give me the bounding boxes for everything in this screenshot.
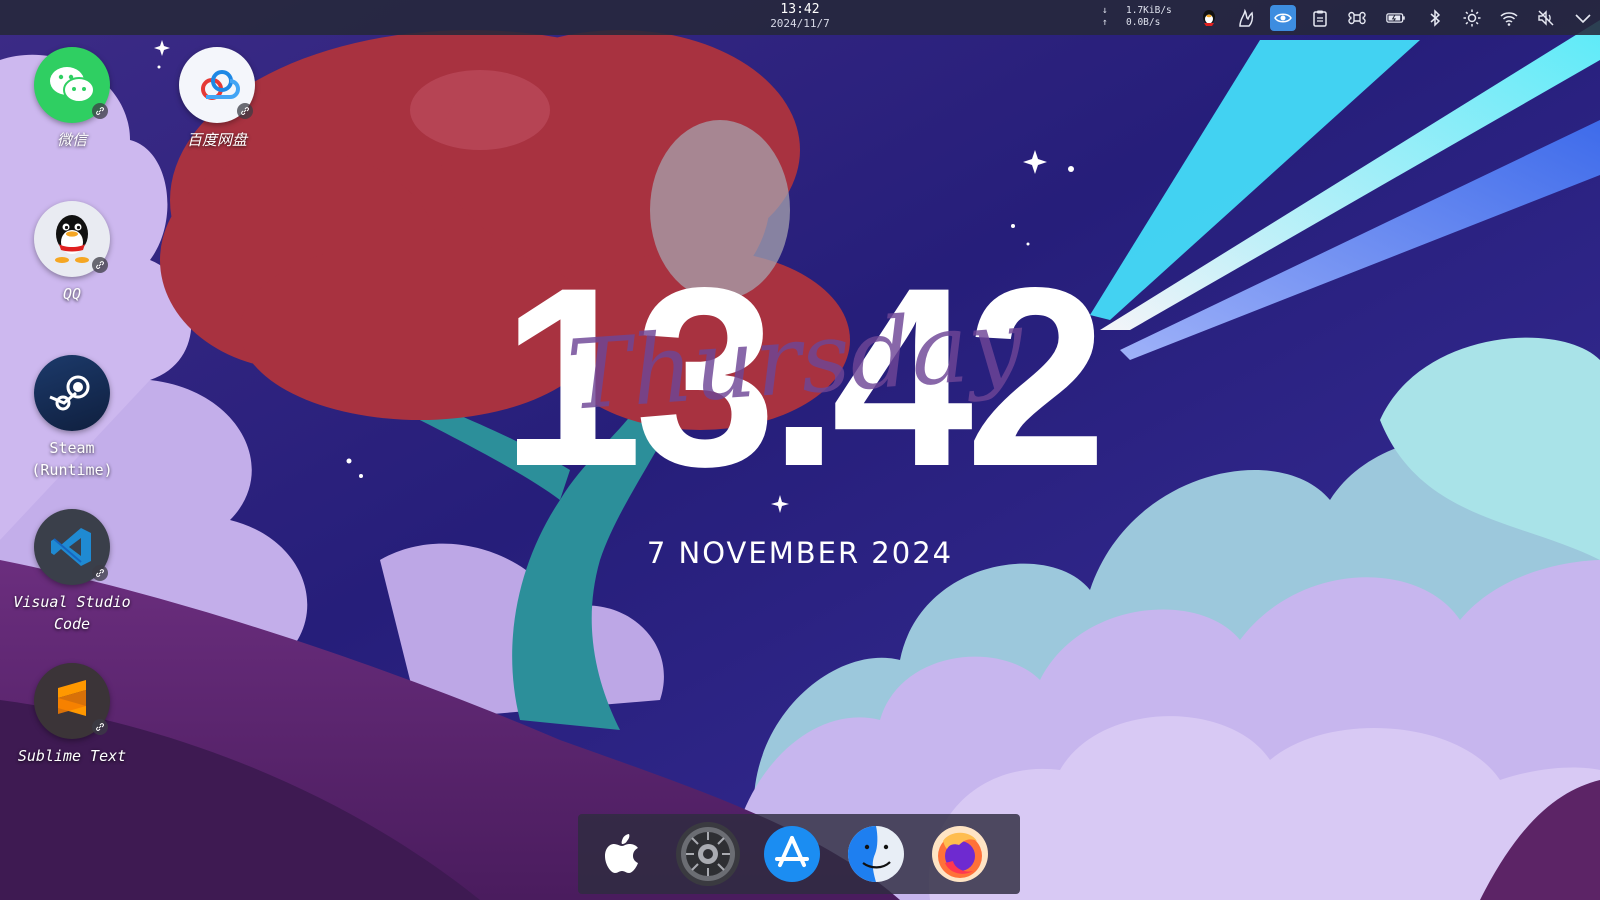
system-settings-icon[interactable] [676,822,740,886]
muted-speaker-icon[interactable] [1533,5,1559,31]
bluetooth-icon[interactable] [1422,5,1448,31]
link-icon [92,719,108,735]
widget-date: 7 NOVEMBER 2024 [646,536,954,570]
link-icon [92,565,108,581]
wechat-icon [34,47,110,123]
top-panel: 13:42 2024/11/7 ↓ 1.7KiB/s ↑ 0.0B/s [0,0,1600,35]
desktop-icon-label: 百度网盘 [186,131,247,149]
baidu-netdisk-icon [179,47,255,123]
upload-arrow: ↑ [1102,17,1108,28]
download-speed-value: 1.7KiB/s [1126,5,1172,16]
desktop-icon-label: Visual Studio Code [13,593,131,633]
desktop-icon-baidu-netdisk[interactable]: 百度网盘 [152,47,282,151]
battery-icon[interactable] [1383,5,1409,31]
brightness-icon[interactable] [1459,5,1485,31]
firefox-icon[interactable] [928,822,992,886]
panel-clock[interactable]: 13:42 2024/11/7 [740,3,860,31]
desktop-icon-label: QQ [62,285,82,303]
desktop-icon-label: Steam (Runtime) [31,439,113,479]
dock [578,814,1020,894]
link-icon [92,257,108,273]
link-icon [237,103,253,119]
command-icon[interactable] [1344,5,1370,31]
desktop-icon-steam[interactable]: Steam (Runtime) [7,355,137,481]
desktop-icon-label: Sublime Text [17,747,127,765]
qq-icon [34,201,110,277]
desktop-icon-vscode[interactable]: Visual Studio Code [7,509,137,635]
network-speed-monitor[interactable]: ↓ 1.7KiB/s ↑ 0.0B/s [1102,5,1172,29]
download-speed: ↓ 1.7KiB/s [1102,5,1172,17]
qq-tray-icon[interactable] [1196,5,1222,31]
link-icon [92,103,108,119]
panel-clock-time: 13:42 [780,2,820,17]
chevron-down-icon[interactable] [1570,5,1596,31]
steam-icon [34,355,110,431]
sublime-text-icon [34,663,110,739]
wifi-icon[interactable] [1496,5,1522,31]
desktop-icon-label: 微信 [56,131,87,149]
desktop-icon-qq[interactable]: QQ [7,201,137,305]
finder-icon[interactable] [844,822,908,886]
desktop-icon-sublime-text[interactable]: Sublime Text [7,663,137,767]
desktop-icon-wechat[interactable]: 微信 [7,47,137,151]
upload-speed-value: 0.0B/s [1126,17,1161,28]
eye-icon[interactable] [1270,5,1296,31]
download-arrow: ↓ [1102,5,1108,16]
upload-speed: ↑ 0.0B/s [1102,17,1172,29]
app-store-icon[interactable] [760,822,824,886]
apple-icon[interactable] [592,822,656,886]
flame-icon[interactable] [1233,5,1259,31]
panel-clock-date: 2024/11/7 [770,17,830,30]
clipboard-icon[interactable] [1307,5,1333,31]
vscode-icon [34,509,110,585]
